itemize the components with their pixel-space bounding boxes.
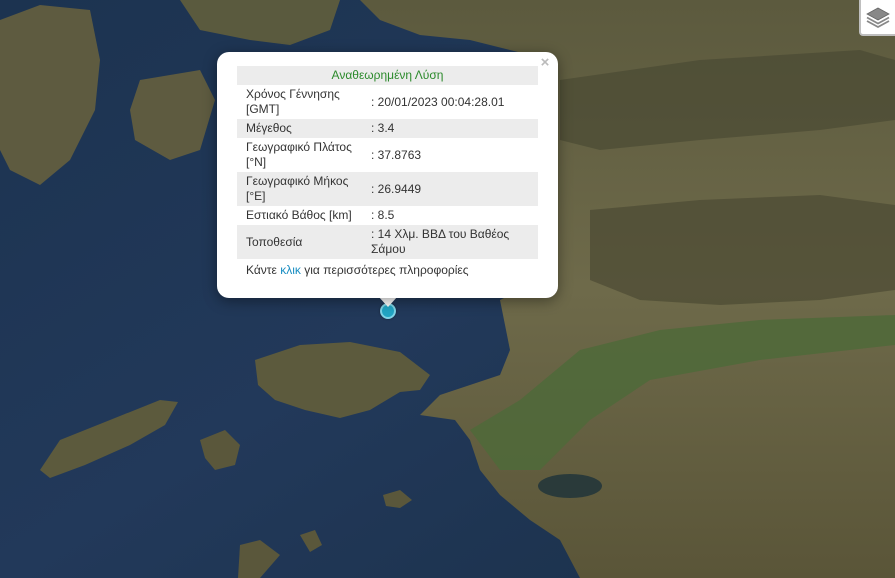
table-row: Γεωγραφικό Μήκος [°E] : 26.9449 [237,172,538,206]
value-origin-time: : 20/01/2023 00:04:28.01 [371,94,505,109]
label-magnitude: Μέγεθος [237,119,369,138]
popup-close-button[interactable]: × [538,55,552,70]
value-longitude: : 26.9449 [369,172,538,206]
value-location: : 14 Χλμ. ΒΒΔ του Βαθέος Σάμου [369,225,538,259]
table-row: Μέγεθος : 3.4 [237,119,538,138]
earthquake-info-table: Αναθεωρημένη Λύση Χρόνος Γέννησης [GMT] … [237,66,538,280]
label-latitude: Γεωγραφικό Πλάτος [°N] [246,140,352,169]
table-row: Γεωγραφικό Πλάτος [°N] : 37.8763 [237,138,538,172]
value-latitude: : 37.8763 [371,147,422,162]
mountain-ridge [590,195,895,305]
more-info-prefix: Κάντε [246,263,277,277]
more-info-suffix: για περισσότερες πληροφορίες [304,263,469,277]
label-location: Τοποθεσία [237,225,369,259]
earthquake-popup: × Αναθεωρημένη Λύση Χρόνος Γέννησης [GMT… [217,52,558,298]
table-row: Χρόνος Γέννησης [GMT] : 20/01/2023 00:04… [237,85,538,119]
table-row: Κάντε κλικ για περισσότερες πληροφορίες [237,259,538,280]
value-magnitude: : 3.4 [369,119,538,138]
value-depth: : 8.5 [371,208,395,222]
more-info-link[interactable]: κλικ [280,263,301,277]
label-longitude: Γεωγραφικό Μήκος [°E] [237,172,369,206]
table-row: Τοποθεσία : 14 Χλμ. ΒΒΔ του Βαθέος Σάμου [237,225,538,259]
layers-icon [866,7,890,29]
table-row: Εστιακό Βάθος [km] : 8.5 [237,206,538,225]
label-depth: Εστιακό Βάθος [km] [246,208,352,222]
popup-header: Αναθεωρημένη Λύση [237,66,538,85]
lake [538,474,602,498]
layers-button[interactable] [859,0,895,36]
table-row: Αναθεωρημένη Λύση [237,66,538,85]
more-info-text: Κάντε κλικ για περισσότερες πληροφορίες [237,259,538,280]
label-origin-time: Χρόνος Γέννησης [GMT] [246,87,340,116]
